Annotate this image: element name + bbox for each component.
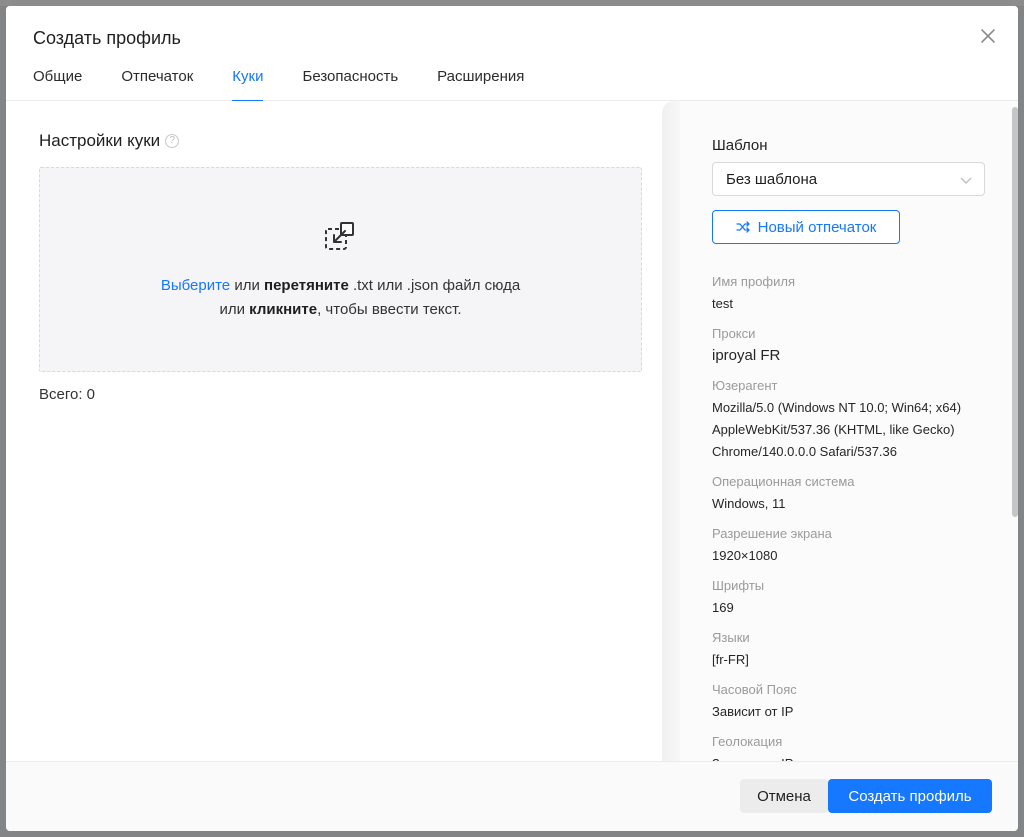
cookies-total: Всего: 0: [39, 386, 96, 403]
tab-cookies[interactable]: Куки: [232, 66, 264, 102]
template-select[interactable]: Без шаблона: [712, 162, 985, 196]
info-label: Имя профиля: [712, 274, 796, 289]
cookies-pane: Настройки куки ? Выберите или перетяните…: [6, 101, 664, 761]
info-resolution: Разрешение экрана 1920×1080: [712, 523, 1002, 567]
cancel-button[interactable]: Отмена: [740, 779, 828, 813]
tab-bar: Общие Отпечаток Куки Безопасность Расшир…: [33, 66, 563, 102]
info-value: [fr-FR]: [712, 652, 749, 667]
new-fingerprint-label: Новый отпечаток: [757, 218, 877, 236]
info-profile-name: Имя профиля test: [712, 271, 1002, 315]
info-value: 1920×1080: [712, 548, 778, 563]
dialog-title: Создать профиль: [33, 28, 181, 48]
summary-scrollbar[interactable]: [1010, 101, 1018, 761]
cookie-file-dropzone[interactable]: Выберите или перетяните .txt или .json ф…: [39, 167, 642, 372]
template-label: Шаблон: [712, 137, 768, 154]
dropzone-rest: , чтобы ввести текст.: [317, 301, 462, 318]
dropzone-or: или: [230, 277, 265, 294]
info-value: 169: [712, 600, 734, 615]
info-label: Операционная система: [712, 474, 855, 489]
pane-divider: [662, 101, 680, 761]
info-label: Языки: [712, 630, 750, 645]
info-languages: Языки [fr-FR]: [712, 627, 1002, 671]
info-value: test: [712, 296, 733, 311]
dialog-footer: Отмена Создать профиль: [6, 761, 1018, 831]
template-select-value: Без шаблона: [726, 171, 818, 188]
info-label: Часовой Пояс: [712, 682, 797, 697]
info-label: Юзерагент: [712, 378, 778, 393]
dropzone-drag: перетяните: [264, 277, 349, 294]
create-profile-button[interactable]: Создать профиль: [828, 779, 992, 813]
info-label: Разрешение экрана: [712, 526, 832, 541]
import-icon: [325, 222, 354, 250]
new-fingerprint-button[interactable]: Новый отпечаток: [712, 210, 900, 244]
dropzone-click[interactable]: кликните: [249, 301, 317, 318]
info-os: Операционная система Windows, 11: [712, 471, 1002, 515]
tab-fingerprint[interactable]: Отпечаток: [121, 66, 193, 101]
info-value: Зависит от IP: [712, 753, 1002, 761]
cookies-section-title: Настройки куки ?: [39, 131, 180, 151]
info-label: Прокси: [712, 326, 756, 341]
info-value: Mozilla/5.0 (Windows NT 10.0; Win64; x64…: [712, 400, 962, 459]
dialog-header: Создать профиль Общие Отпечаток Куки Без…: [6, 6, 1018, 102]
tab-security[interactable]: Безопасность: [302, 66, 398, 101]
help-icon[interactable]: ?: [165, 134, 180, 148]
close-icon: [981, 29, 995, 43]
shuffle-icon: [735, 221, 750, 233]
choose-file-link[interactable]: Выберите: [161, 277, 230, 294]
close-button[interactable]: [978, 26, 998, 46]
create-profile-dialog: Создать профиль Общие Отпечаток Куки Без…: [6, 6, 1018, 831]
dialog-body: Настройки куки ? Выберите или перетяните…: [6, 101, 1018, 761]
info-label: Шрифты: [712, 578, 765, 593]
profile-summary-pane: Шаблон Без шаблона Новый отпечаток Имя п…: [680, 101, 1018, 761]
tab-extensions[interactable]: Расширения: [437, 66, 524, 101]
dropzone-line-2: или кликните, чтобы ввести текст.: [40, 301, 641, 318]
chevron-down-icon: [960, 177, 972, 184]
scrollbar-thumb[interactable]: [1012, 107, 1018, 517]
info-value: iproyal FR: [712, 347, 781, 364]
info-useragent: Юзерагент Mozilla/5.0 (Windows NT 10.0; …: [712, 375, 1002, 463]
cookies-section-title-text: Настройки куки: [39, 131, 161, 150]
info-geolocation: Геолокация Зависит от IP: [712, 731, 1002, 761]
profile-info-list: Имя профиля test Прокси iproyal FR Юзера…: [712, 271, 1002, 761]
info-value: Windows, 11: [712, 496, 786, 511]
dropzone-line-1: Выберите или перетяните .txt или .json ф…: [40, 277, 641, 294]
tab-general[interactable]: Общие: [33, 66, 82, 101]
info-fonts: Шрифты 169: [712, 575, 1002, 619]
info-value: Зависит от IP: [712, 704, 794, 719]
info-timezone: Часовой Пояс Зависит от IP: [712, 679, 1002, 723]
dropzone-files: .txt или .json файл сюда: [348, 277, 521, 294]
info-proxy: Прокси iproyal FR: [712, 323, 1002, 367]
info-label: Геолокация: [712, 734, 783, 749]
dropzone-or-2: или: [219, 301, 250, 318]
